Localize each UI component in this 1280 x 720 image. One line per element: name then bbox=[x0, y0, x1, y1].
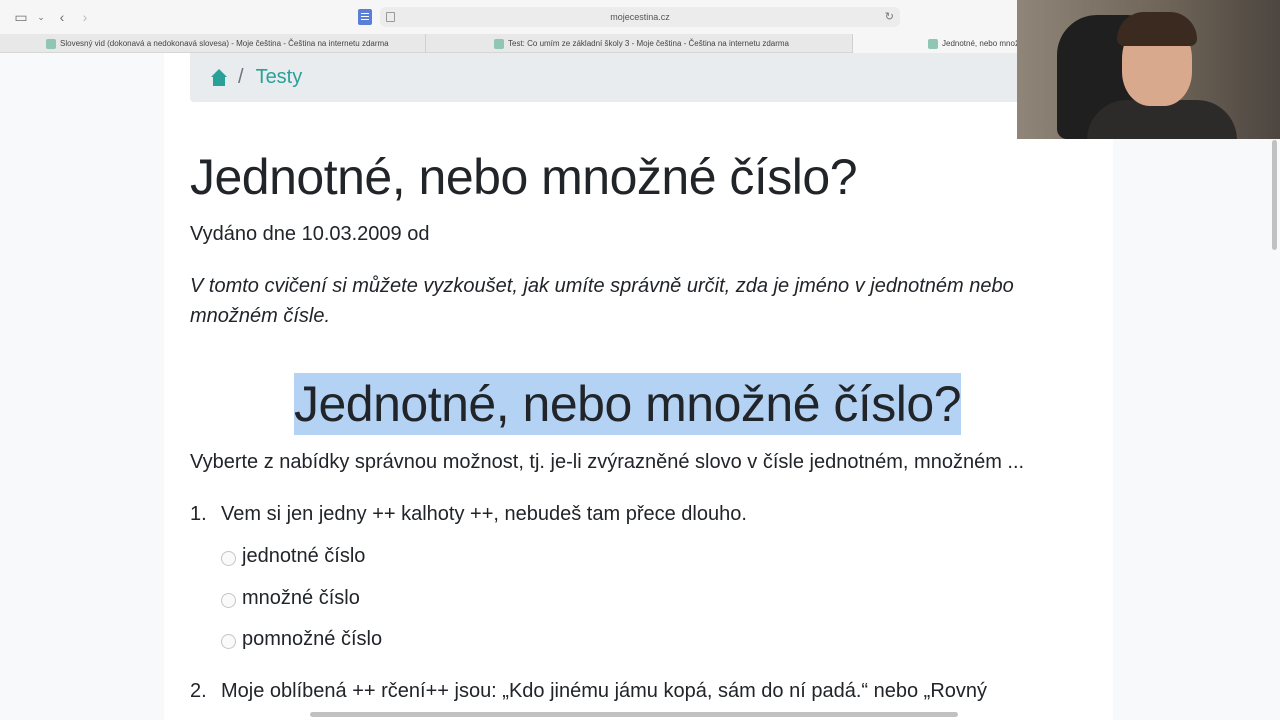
option-mnozne-cislo[interactable]: množné číslo bbox=[221, 587, 360, 610]
quiz-instructions: Vyberte z nabídky správnou možnost, tj. … bbox=[190, 451, 1025, 473]
option-label: jednotné číslo bbox=[242, 545, 366, 567]
radio-button[interactable] bbox=[221, 550, 236, 566]
webcam-overlay bbox=[1017, 0, 1280, 139]
favicon-icon bbox=[928, 38, 938, 49]
question-number: 1. bbox=[190, 503, 207, 525]
address-bar[interactable]: mojecestina.cz ↻ bbox=[380, 7, 900, 27]
tab-label: Test: Co umím ze základní školy 3 - Moje… bbox=[508, 39, 790, 48]
radio-button[interactable] bbox=[221, 592, 236, 608]
lead-text: V tomto cvičení si můžete vyzkoušet, jak… bbox=[190, 275, 1014, 327]
forward-icon[interactable]: › bbox=[76, 8, 94, 26]
breadcrumb: / Testy bbox=[190, 53, 1090, 102]
url-text: mojecestina.cz bbox=[610, 12, 670, 22]
question-2: 2. Moje oblíbená ++ rčení++ jsou: „Kdo ji… bbox=[190, 680, 987, 703]
tab-slovesny-vid[interactable]: Slovesný vid (dokonavá a nedokonavá slov… bbox=[0, 34, 426, 53]
tab-label: Slovesný vid (dokonavá a nedokonavá slov… bbox=[60, 39, 389, 48]
reader-icon[interactable] bbox=[358, 9, 372, 25]
tab-test[interactable]: Test: Co umím ze základní školy 3 - Moje… bbox=[426, 34, 853, 53]
reload-icon[interactable]: ↻ bbox=[885, 10, 894, 23]
vertical-scrollbar[interactable] bbox=[1272, 140, 1277, 250]
horizontal-scrollbar[interactable] bbox=[310, 712, 958, 717]
chevron-down-icon[interactable]: ⌄ bbox=[32, 8, 50, 26]
person-hair bbox=[1117, 12, 1197, 46]
question-1: 1. Vem si jen jedny ++ kalhoty ++, nebude… bbox=[190, 503, 747, 526]
question-text: Moje oblíbená ++ rčení++ jsou: „Kdo jiné… bbox=[221, 680, 988, 702]
quiz-title: Jednotné, nebo množné číslo? bbox=[294, 373, 962, 435]
question-number: 2. bbox=[190, 680, 207, 702]
breadcrumb-link-testy[interactable]: Testy bbox=[256, 66, 303, 89]
page-icon bbox=[386, 12, 395, 22]
favicon-icon bbox=[46, 38, 56, 49]
sidebar-toggle-icon[interactable]: ▭ bbox=[12, 8, 30, 26]
question-text: Vem si jen jedny ++ kalhoty ++, nebudeš … bbox=[221, 503, 747, 525]
tab-label: Jednotné, nebo množ… bbox=[942, 39, 1027, 48]
favicon-icon bbox=[494, 38, 504, 49]
home-icon[interactable] bbox=[210, 68, 228, 87]
radio-button[interactable] bbox=[221, 633, 236, 649]
option-jednotne-cislo[interactable]: jednotné číslo bbox=[221, 545, 365, 568]
publish-info: Vydáno dne 10.03.2009 od bbox=[190, 223, 430, 245]
main-content: / Testy Jednotné, nebo množné číslo? Vyd… bbox=[164, 53, 1113, 720]
option-pomnozne-cislo[interactable]: pomnožné číslo bbox=[221, 628, 382, 651]
back-icon[interactable]: ‹ bbox=[53, 8, 71, 26]
option-label: množné číslo bbox=[242, 587, 360, 609]
breadcrumb-separator: / bbox=[238, 66, 244, 88]
page-title: Jednotné, nebo množné číslo? bbox=[190, 149, 858, 205]
option-label: pomnožné číslo bbox=[242, 628, 383, 650]
